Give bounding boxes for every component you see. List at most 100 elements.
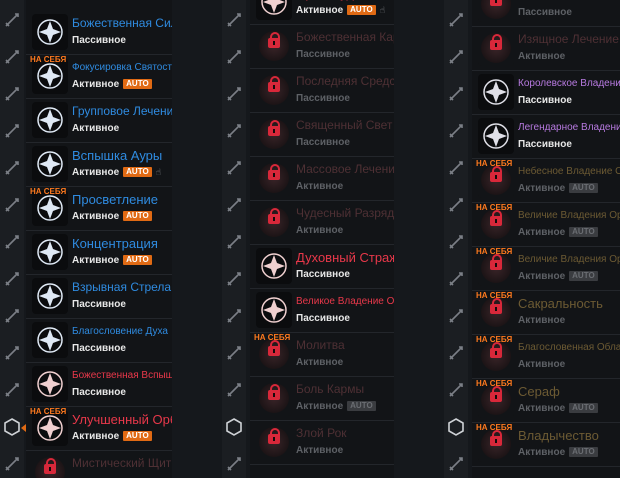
category-orb-icon[interactable]	[2, 417, 22, 437]
lock-icon[interactable]: НА СЕБЯ	[476, 423, 514, 462]
category-swirl-icon[interactable]	[224, 47, 244, 67]
skill-row[interactable]: Правосудие АктивноеAUTO☝	[250, 0, 394, 25]
skill-row[interactable]: Изящное Лечение Активное	[472, 26, 620, 71]
lock-icon[interactable]: НА СЕБЯ	[476, 335, 514, 374]
skill-row[interactable]: Божественная Кара Пассивное	[250, 24, 394, 69]
category-sword-icon[interactable]	[2, 343, 22, 363]
skill-row[interactable]: Духовный Страж Пассивное	[250, 244, 394, 289]
skill-row[interactable]: НА СЕБЯ Фокусировка Святости Активное AUTO	[26, 54, 172, 99]
category-cross-icon[interactable]	[446, 232, 466, 252]
category-strip[interactable]	[0, 0, 24, 478]
holy-power-icon[interactable]	[32, 14, 68, 50]
skill-row[interactable]: Вспышка Ауры Активное AUTO ☝	[26, 142, 172, 187]
skill-row[interactable]: Взрывная Стрела Пассивное	[26, 274, 172, 319]
skill-row[interactable]: НА СЕБЯ Молитва Активное	[250, 332, 394, 377]
category-sword-icon[interactable]	[446, 158, 466, 178]
burst-arrow-icon[interactable]	[32, 278, 68, 314]
skill-row[interactable]: Групповое Лечение Активное	[26, 98, 172, 143]
category-shield-icon[interactable]	[224, 10, 244, 30]
lock-icon[interactable]	[256, 160, 292, 196]
auto-badge[interactable]: AUTO	[123, 167, 152, 177]
category-axe-icon[interactable]	[2, 269, 22, 289]
auto-badge[interactable]: AUTO	[123, 211, 152, 221]
skill-row[interactable]: Благословение Духа Пассивное	[26, 318, 172, 363]
lock-icon[interactable]	[256, 424, 292, 460]
skill-row[interactable]: НА СЕБЯ Сакральность Активное	[472, 290, 620, 335]
auto-badge[interactable]: AUTO	[569, 183, 598, 193]
category-helm-icon[interactable]	[224, 454, 244, 474]
category-sword-icon[interactable]	[224, 343, 244, 363]
category-bow-icon[interactable]	[224, 380, 244, 400]
category-sword-icon[interactable]	[2, 121, 22, 141]
group-heal-icon[interactable]	[32, 102, 68, 138]
concentration-icon[interactable]	[32, 234, 68, 270]
lock-icon[interactable]	[256, 116, 292, 152]
category-helm-icon[interactable]	[2, 454, 22, 474]
lock-icon[interactable]	[256, 204, 292, 240]
skill-row[interactable]: Боль Кармы Активное AUTO	[250, 376, 394, 421]
lock-icon[interactable]: НА СЕБЯ	[254, 333, 292, 372]
spirit-guard-icon[interactable]	[256, 248, 292, 284]
skill-row[interactable]: Концентрация Активное AUTO	[26, 230, 172, 275]
category-cross-icon[interactable]	[224, 195, 244, 215]
improved-orb-icon[interactable]: НА СЕБЯ	[30, 407, 68, 446]
category-strip[interactable]	[222, 0, 246, 478]
skill-row[interactable]: НА СЕБЯ Благословенная Область Активное	[472, 334, 620, 379]
skill-row[interactable]: Массовое Лечение Активное	[250, 156, 394, 201]
skill-row[interactable]: Легендарное Владение Орбом Пассивное	[472, 114, 620, 159]
lock-icon[interactable]	[32, 454, 68, 478]
lock-icon[interactable]: НА СЕБЯ	[476, 379, 514, 418]
skill-row[interactable]: Последняя Средства Пассивное	[250, 68, 394, 113]
skill-row[interactable]: НА СЕБЯ Улучшенный Орб Активное AUTO	[21, 406, 172, 451]
skill-row[interactable]: Чудесный Разряд Активное	[250, 200, 394, 245]
lock-icon[interactable]: НА СЕБЯ	[476, 159, 514, 198]
auto-badge[interactable]: AUTO	[123, 255, 152, 265]
lock-icon[interactable]: НА СЕБЯ	[476, 203, 514, 242]
skill-row[interactable]: НА СЕБЯ Величие Владения Орбом 4 АктивноеA…	[472, 246, 620, 291]
category-axe-icon[interactable]	[224, 269, 244, 289]
enlightenment-icon[interactable]: НА СЕБЯ	[30, 187, 68, 226]
category-swirl-icon[interactable]	[2, 47, 22, 67]
category-axe-icon[interactable]	[224, 306, 244, 326]
lock-icon[interactable]	[256, 380, 292, 416]
auto-badge[interactable]: AUTO	[347, 5, 376, 15]
royal-orb-icon[interactable]	[478, 74, 514, 110]
category-orb-icon[interactable]	[446, 417, 466, 437]
auto-badge[interactable]: AUTO	[569, 403, 598, 413]
auto-badge[interactable]: AUTO	[569, 227, 598, 237]
lock-icon[interactable]	[256, 72, 292, 108]
category-orb-icon[interactable]	[224, 417, 244, 437]
skill-row[interactable]: Великое Владение Орбом Пассивное	[250, 288, 394, 333]
auto-badge[interactable]: AUTO	[569, 271, 598, 281]
orb-mastery-icon[interactable]	[256, 292, 292, 328]
category-sword-icon[interactable]	[224, 158, 244, 178]
skill-row[interactable]: Божественная Вспышка Пассивное	[26, 362, 172, 407]
category-sword-icon[interactable]	[224, 84, 244, 104]
lock-icon[interactable]	[478, 0, 514, 22]
auto-badge[interactable]: AUTO	[123, 431, 152, 441]
lock-icon[interactable]: НА СЕБЯ	[476, 247, 514, 286]
legend-orb-icon[interactable]	[478, 118, 514, 154]
category-cross-icon[interactable]	[2, 195, 22, 215]
category-bow-icon[interactable]	[2, 380, 22, 400]
justice-icon[interactable]	[256, 0, 292, 20]
skill-row[interactable]: Божественная Сила Пассивное	[26, 10, 172, 55]
auto-badge[interactable]: AUTO	[123, 79, 152, 89]
skill-row[interactable]: Королевское Владение Орбом Пассивное	[472, 70, 620, 115]
skill-row[interactable]: НА СЕБЯ Величие Владения Орбом 3 АктивноеA…	[472, 202, 620, 247]
category-cross-icon[interactable]	[446, 195, 466, 215]
category-sword-icon[interactable]	[2, 84, 22, 104]
skill-row[interactable]: Мистический Щит	[26, 450, 172, 478]
skill-row[interactable]: НА СЕБЯ Сераф Активное AUTO	[472, 378, 620, 423]
lock-icon[interactable]	[478, 30, 514, 66]
lock-icon[interactable]	[256, 28, 292, 64]
category-cross-icon[interactable]	[2, 232, 22, 252]
divine-flash-icon[interactable]	[32, 366, 68, 402]
category-strip[interactable]	[444, 0, 468, 478]
category-sword-icon[interactable]	[446, 84, 466, 104]
category-bow-icon[interactable]	[446, 380, 466, 400]
spirit-blessing-icon[interactable]	[32, 322, 68, 358]
category-sword-icon[interactable]	[446, 121, 466, 141]
category-helm-icon[interactable]	[446, 454, 466, 474]
category-cross-icon[interactable]	[224, 232, 244, 252]
